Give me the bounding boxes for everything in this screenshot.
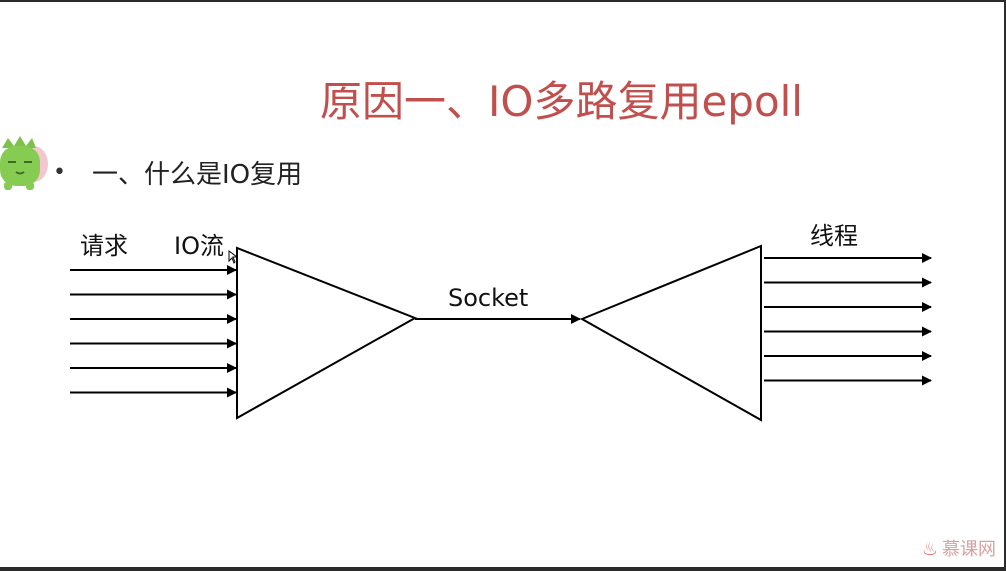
brand-logo: ♨ 慕课网 (922, 535, 996, 561)
io-multiplexing-diagram (70, 244, 932, 422)
watermark-ghost: · · (505, 288, 513, 297)
brand-logo-text: 慕课网 (942, 539, 996, 560)
slide: 原因一、IO多路复用epoll • 一、什么是IO复用 请求 IO流 Socke… (0, 2, 1004, 567)
flame-icon: ♨ (921, 539, 938, 560)
mux-triangle (236, 246, 418, 420)
input-arrows (70, 265, 237, 398)
output-arrows (764, 253, 932, 386)
mouse-cursor-icon (228, 250, 238, 264)
demux-triangle (579, 244, 762, 422)
